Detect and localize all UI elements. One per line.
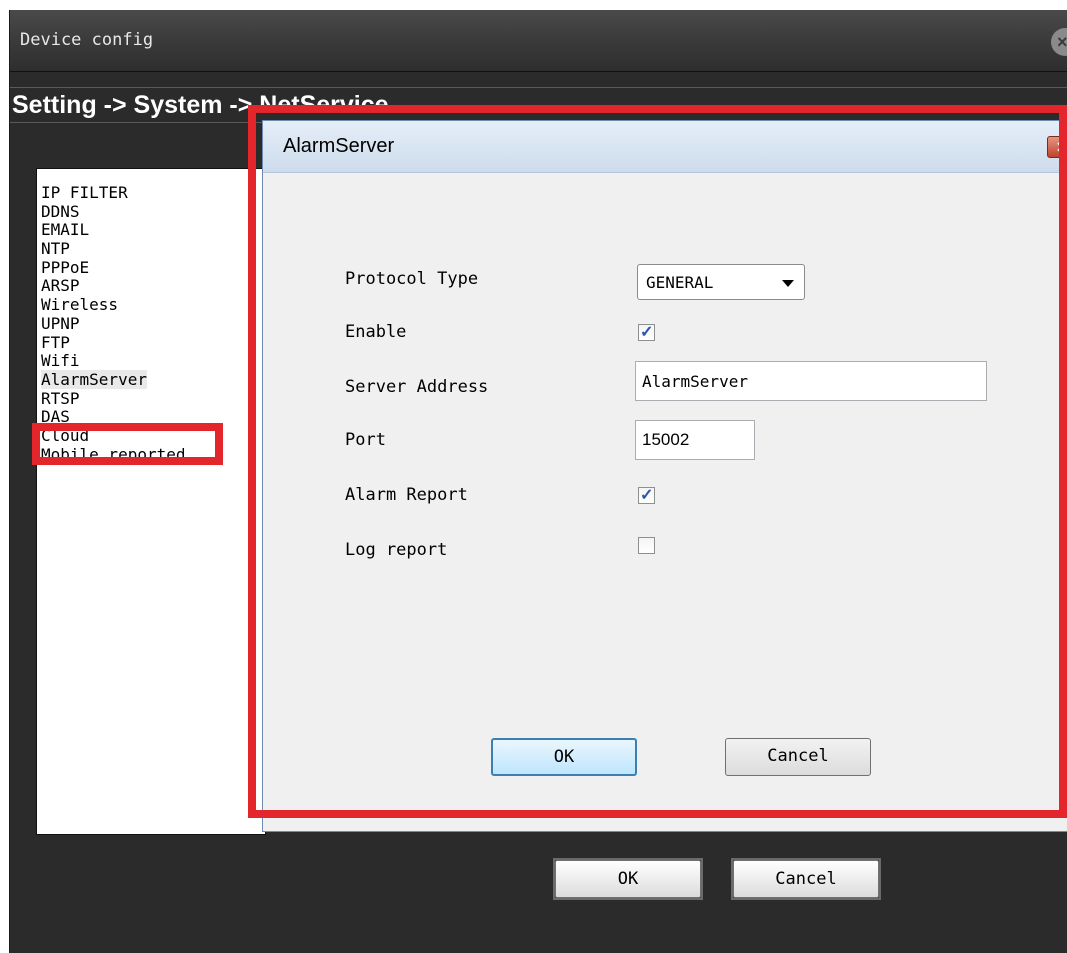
dialog-highlight-box: [248, 105, 1067, 818]
menu-item-label: AlarmServer: [41, 369, 147, 389]
menu-item-email[interactable]: EMAIL: [41, 221, 265, 240]
menu-item-label: PPPoE: [41, 257, 90, 277]
menu-item-label: ARSP: [41, 276, 80, 296]
menu-item-arsp[interactable]: ARSP: [41, 277, 265, 296]
menu-item-label: NTP: [41, 239, 70, 259]
menu-item-highlight-box: [32, 423, 223, 465]
window-title: Device config: [20, 30, 154, 50]
menu-item-ftp[interactable]: FTP: [41, 332, 265, 353]
menu-item-ddns[interactable]: DDNS: [41, 201, 265, 222]
menu-item-ntp[interactable]: NTP: [41, 239, 265, 259]
menu-item-rtsp[interactable]: RTSP: [41, 388, 265, 409]
netservice-menu: IP FILTER DDNS EMAIL NTP PPPoE ARSP Wireless UP…: [36, 168, 266, 835]
menu-item-wifi[interactable]: Wifi: [41, 351, 265, 371]
menu-item-alarmserver[interactable]: AlarmServer: [41, 369, 265, 390]
menu-item-label: DDNS: [41, 201, 80, 221]
menu-item-ip-filter[interactable]: IP FILTER: [41, 183, 265, 203]
close-icon[interactable]: ×: [1051, 28, 1067, 56]
menu-item-label: EMAIL: [41, 220, 90, 240]
menu-item-wireless[interactable]: Wireless: [41, 295, 265, 315]
menu-list: IP FILTER DDNS EMAIL NTP PPPoE ARSP Wireless UP…: [37, 169, 265, 464]
menu-item-pppoe[interactable]: PPPoE: [41, 257, 265, 278]
menu-item-label: IP FILTER: [41, 183, 128, 202]
cancel-button[interactable]: Cancel: [731, 858, 881, 900]
ok-button[interactable]: OK: [553, 858, 703, 900]
menu-item-label: FTP: [41, 332, 70, 352]
menu-item-label: UPNP: [41, 313, 80, 333]
menu-item-upnp[interactable]: UPNP: [41, 313, 265, 334]
menu-item-label: Wireless: [41, 295, 119, 315]
menu-item-label: Wifi: [41, 351, 80, 371]
menu-item-label: RTSP: [41, 388, 80, 408]
window-titlebar[interactable]: Device config ×: [10, 10, 1067, 72]
